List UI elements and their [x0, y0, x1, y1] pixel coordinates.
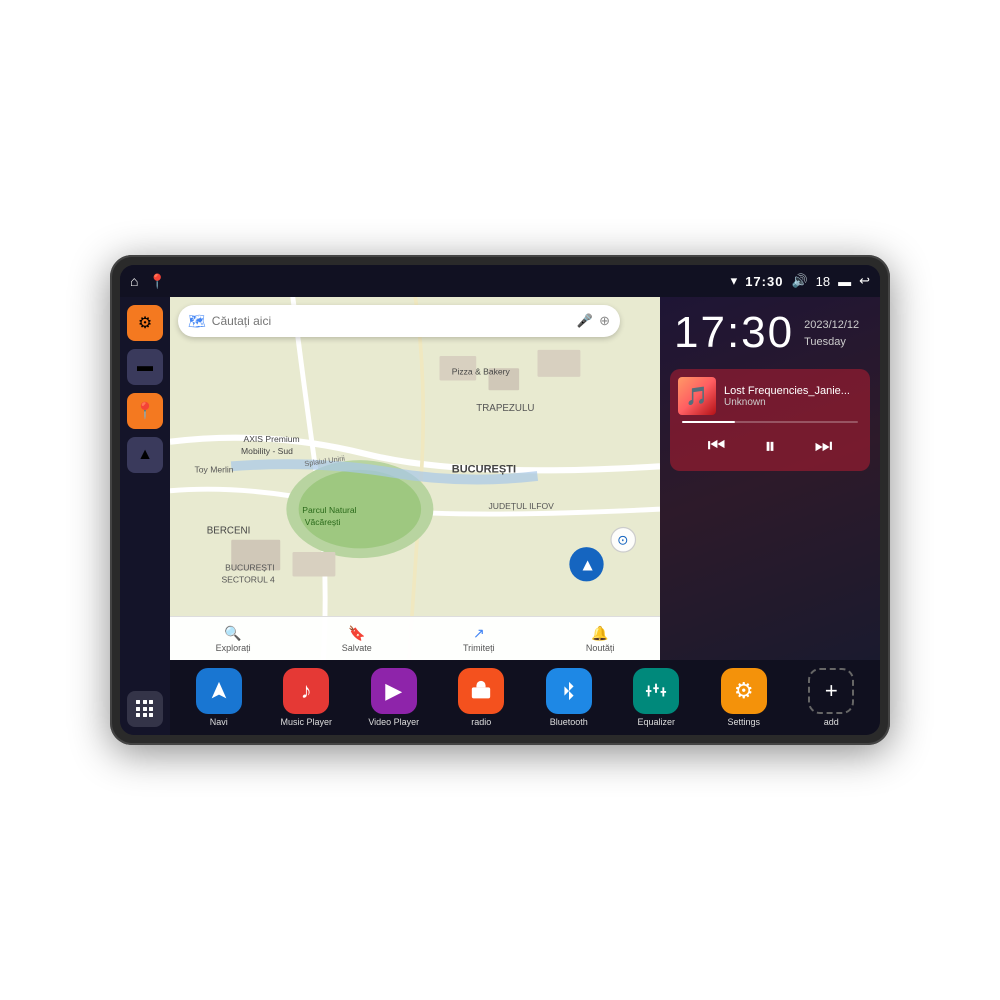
app-add[interactable]: + add [801, 668, 861, 727]
sidebar-map-btn[interactable]: 📍 [127, 393, 163, 429]
sidebar-settings-btn[interactable]: ⚙ [127, 305, 163, 341]
clock-time: 17:30 [674, 311, 794, 355]
layers-icon[interactable]: ⊕ [599, 313, 610, 329]
svg-text:BERCENI: BERCENI [207, 526, 251, 537]
app-label-music-player: Music Player [280, 717, 332, 727]
app-video-player[interactable]: ▶ Video Player [364, 668, 424, 727]
battery-level: 18 [816, 274, 830, 289]
map-nav-trimiteți[interactable]: ↗Trimiteți [463, 625, 495, 653]
map-nav-bar: 🔍Explorați 🔖Salvate ↗Trimiteți 🔔Noutăți [170, 616, 660, 660]
device-screen: ⌂ 📍 ▾ 17:30 🔊 18 ▬ ↩ ⚙ ▬ 📍 ▲ [120, 265, 880, 735]
device-frame: ⌂ 📍 ▾ 17:30 🔊 18 ▬ ↩ ⚙ ▬ 📍 ▲ [110, 255, 890, 745]
next-btn[interactable]: ⏭ [808, 433, 838, 460]
app-icon-settings: ⚙ [721, 668, 767, 714]
map-nav-explorați[interactable]: 🔍Explorați [216, 625, 251, 653]
music-controls: ⏮ ⏸ ⏭ [678, 429, 862, 463]
clock-date: 2023/12/12 Tuesday [804, 311, 859, 350]
main-content: ⚙ ▬ 📍 ▲ [120, 297, 880, 735]
mic-icon[interactable]: 🎤 [577, 313, 593, 329]
sidebar-nav-btn[interactable]: ▲ [127, 437, 163, 473]
wifi-icon: ▾ [731, 273, 738, 289]
app-equalizer[interactable]: Equalizer [626, 668, 686, 727]
svg-text:BUCUREȘTI: BUCUREȘTI [225, 562, 274, 572]
play-pause-btn[interactable]: ⏸ [758, 431, 781, 461]
app-label-equalizer: Equalizer [637, 717, 675, 727]
svg-text:TRAPEZULU: TRAPEZULU [476, 403, 534, 414]
app-icon-add: + [808, 668, 854, 714]
app-icon-radio [458, 668, 504, 714]
google-maps-icon: 🗺 [188, 313, 206, 330]
map-search-input[interactable] [212, 314, 571, 328]
svg-text:Pizza & Bakery: Pizza & Bakery [452, 366, 511, 376]
map-nav-noutăți[interactable]: 🔔Noutăți [586, 625, 615, 653]
app-icon-bluetooth [546, 668, 592, 714]
apps-grid-btn[interactable] [127, 691, 163, 727]
center-area: TRAPEZULU BUCUREȘTI JUDEȚUL ILFOV BUCURE… [170, 297, 880, 735]
app-label-add: add [824, 717, 839, 727]
app-label-video-player: Video Player [368, 717, 419, 727]
app-icon-navi [196, 668, 242, 714]
svg-text:JUDEȚUL ILFOV: JUDEȚUL ILFOV [489, 501, 555, 511]
app-music-player[interactable]: ♪ Music Player [276, 668, 336, 727]
music-text: Lost Frequencies_Janie... Unknown [724, 385, 862, 408]
svg-text:▲: ▲ [579, 554, 596, 574]
maps-icon[interactable]: 📍 [148, 273, 165, 290]
music-progress-bar[interactable] [682, 421, 858, 423]
app-grid-bar: Navi ♪ Music Player ▶ Video Player radio Bluet… [170, 660, 880, 735]
map-container[interactable]: TRAPEZULU BUCUREȘTI JUDEȚUL ILFOV BUCURE… [170, 297, 660, 660]
app-label-settings: Settings [727, 717, 760, 727]
time-display: 17:30 [745, 274, 783, 289]
svg-text:Toy Merlin: Toy Merlin [195, 464, 234, 474]
app-bluetooth[interactable]: Bluetooth [539, 668, 599, 727]
status-right-icons: ▾ 17:30 🔊 18 ▬ ↩ [731, 273, 870, 289]
svg-text:BUCUREȘTI: BUCUREȘTI [452, 463, 516, 475]
app-settings[interactable]: ⚙ Settings [714, 668, 774, 727]
svg-text:⊙: ⊙ [617, 533, 628, 548]
svg-text:SECTORUL 4: SECTORUL 4 [221, 575, 275, 585]
clock-section: 17:30 2023/12/12 Tuesday [660, 297, 880, 365]
app-grid-row: Navi ♪ Music Player ▶ Video Player radio Bluet… [176, 668, 874, 727]
battery-icon: ▬ [838, 274, 851, 289]
svg-text:Parcul Natural: Parcul Natural [302, 505, 356, 515]
music-progress-fill [682, 421, 735, 423]
sidebar: ⚙ ▬ 📍 ▲ [120, 297, 170, 735]
svg-text:Mobility - Sud: Mobility - Sud [241, 446, 293, 456]
app-icon-video-player: ▶ [371, 668, 417, 714]
map-svg: TRAPEZULU BUCUREȘTI JUDEȚUL ILFOV BUCURE… [170, 297, 660, 660]
back-icon[interactable]: ↩ [859, 273, 870, 289]
app-icon-equalizer [633, 668, 679, 714]
app-label-navi: Navi [210, 717, 228, 727]
app-label-bluetooth: Bluetooth [550, 717, 588, 727]
music-thumbnail: 🎵 [678, 377, 716, 415]
music-artist: Unknown [724, 397, 862, 408]
app-label-radio: radio [471, 717, 491, 727]
status-bar: ⌂ 📍 ▾ 17:30 🔊 18 ▬ ↩ [120, 265, 880, 297]
svg-text:Văcărești: Văcărești [305, 517, 341, 527]
top-row: TRAPEZULU BUCUREȘTI JUDEȚUL ILFOV BUCURE… [170, 297, 880, 660]
right-panel: 17:30 2023/12/12 Tuesday 🎵 [660, 297, 880, 660]
volume-icon: 🔊 [791, 273, 807, 289]
app-radio[interactable]: radio [451, 668, 511, 727]
sidebar-files-btn[interactable]: ▬ [127, 349, 163, 385]
home-icon[interactable]: ⌂ [130, 273, 138, 289]
music-section: 🎵 Lost Frequencies_Janie... Unknown [670, 369, 870, 471]
status-left-icons: ⌂ 📍 [130, 273, 166, 290]
app-icon-music-player: ♪ [283, 668, 329, 714]
map-nav-salvate[interactable]: 🔖Salvate [342, 625, 372, 653]
prev-btn[interactable]: ⏮ [701, 433, 731, 460]
app-navi[interactable]: Navi [189, 668, 249, 727]
music-title: Lost Frequencies_Janie... [724, 385, 862, 397]
music-info-row: 🎵 Lost Frequencies_Janie... Unknown [678, 377, 862, 415]
svg-text:AXIS Premium: AXIS Premium [244, 434, 300, 444]
map-search-bar[interactable]: 🗺 🎤 ⊕ [178, 305, 620, 337]
